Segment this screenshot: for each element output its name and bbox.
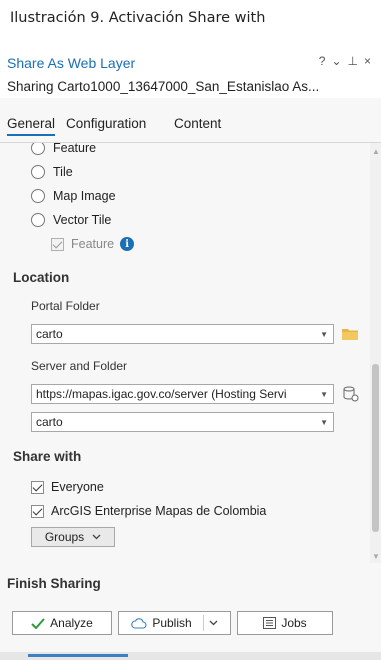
server-combo[interactable]: https://mapas.igac.gov.co/server (Hostin… [31, 384, 334, 404]
chevron-down-icon: ▼ [320, 418, 328, 427]
portal-folder-value: carto [36, 327, 63, 341]
portal-folder-label: Portal Folder [31, 299, 100, 313]
radio-feature[interactable]: Feature [31, 143, 96, 158]
cloud-icon [131, 617, 147, 629]
tab-configuration[interactable]: Configuration [66, 116, 146, 131]
pin-icon[interactable]: ⊥ [348, 54, 364, 68]
folder-browse-icon[interactable] [342, 328, 358, 340]
jobs-label: Jobs [281, 616, 307, 630]
analyze-label: Analyze [50, 616, 93, 630]
groups-label: Groups [44, 530, 85, 544]
portal-folder-combo[interactable]: carto ▼ [31, 324, 334, 344]
finish-sharing-heading: Finish Sharing [7, 576, 101, 591]
radio-vector-tile[interactable]: Vector Tile [31, 210, 111, 230]
server-folder-value: carto [36, 415, 63, 429]
tab-content[interactable]: Content [174, 116, 221, 131]
share-web-layer-pane: Share As Web Layer ?⌄⊥× Sharing Carto100… [0, 46, 381, 660]
scrollbar-thumb[interactable] [372, 364, 379, 532]
radio-label: Map Image [53, 189, 116, 203]
general-tab-content: Feature Tile Map Image Vector Tile Featu… [0, 143, 370, 563]
server-folder-combo[interactable]: carto ▼ [31, 412, 334, 432]
radio-label: Feature [53, 143, 97, 155]
info-icon[interactable]: i [120, 237, 135, 251]
server-folder-label: Server and Folder [31, 359, 128, 373]
radio-map-image[interactable]: Map Image [31, 186, 116, 206]
organization-checkbox[interactable] [31, 504, 44, 518]
radio-circle[interactable] [31, 213, 45, 227]
feature-sub-checkbox[interactable] [51, 237, 64, 251]
radio-label: Vector Tile [53, 213, 112, 227]
radio-label: Tile [53, 165, 73, 179]
help-icon[interactable]: ? [319, 54, 332, 68]
analyze-button[interactable]: Analyze [12, 611, 112, 635]
jobs-button[interactable]: Jobs [237, 611, 333, 635]
share-with-heading: Share with [13, 449, 82, 464]
publish-button[interactable]: Publish [118, 611, 231, 635]
options-menu-icon[interactable]: ⌄ [331, 54, 347, 68]
server-connection-icon[interactable] [343, 386, 359, 402]
pane-header: Share As Web Layer ?⌄⊥× Sharing Carto100… [0, 46, 381, 98]
tab-general[interactable]: General [7, 116, 56, 136]
chevron-down-icon: ▼ [317, 390, 328, 399]
figure-caption: Ilustración 9. Activación Share with [0, 0, 381, 40]
jobs-list-icon [263, 617, 277, 629]
groups-dropdown-button[interactable]: Groups [31, 527, 115, 547]
chevron-down-icon[interactable] [209, 620, 218, 626]
chevron-down-icon: ▼ [320, 330, 328, 339]
split-divider [202, 615, 204, 631]
radio-tile[interactable]: Tile [31, 162, 73, 182]
everyone-label: Everyone [51, 480, 104, 494]
radio-circle[interactable] [31, 165, 45, 179]
share-everyone-option[interactable]: Everyone [31, 477, 104, 497]
scroll-up-icon[interactable]: ▲ [372, 147, 380, 156]
checkmark-icon [31, 617, 45, 629]
location-heading: Location [13, 270, 70, 285]
everyone-checkbox[interactable] [31, 480, 44, 494]
vertical-scrollbar[interactable]: ▲ ▼ [370, 143, 381, 563]
chevron-down-icon [92, 534, 101, 540]
radio-circle[interactable] [31, 143, 45, 155]
pane-title: Share As Web Layer [7, 55, 136, 71]
pane-window-controls: ?⌄⊥× [319, 54, 377, 68]
caption-text: Ilustración 9. Activación Share with [10, 10, 266, 26]
radio-circle[interactable] [31, 189, 45, 203]
pane-subtitle: Sharing Carto1000_13647000_San_Estanisla… [7, 79, 320, 94]
tab-bar: General Configuration Content [0, 116, 381, 142]
share-organization-option[interactable]: ArcGIS Enterprise Mapas de Colombia [31, 501, 266, 521]
publish-label: Publish [152, 616, 192, 630]
scroll-down-icon[interactable]: ▼ [372, 552, 380, 561]
active-tab-indicator [28, 654, 128, 657]
server-value: https://mapas.igac.gov.co/server (Hostin… [36, 387, 287, 401]
organization-label: ArcGIS Enterprise Mapas de Colombia [51, 504, 267, 518]
feature-sub-option[interactable]: Feature i [51, 234, 135, 254]
feature-sub-label: Feature [71, 237, 115, 251]
bottom-status-strip [0, 652, 381, 660]
close-icon[interactable]: × [364, 54, 377, 68]
